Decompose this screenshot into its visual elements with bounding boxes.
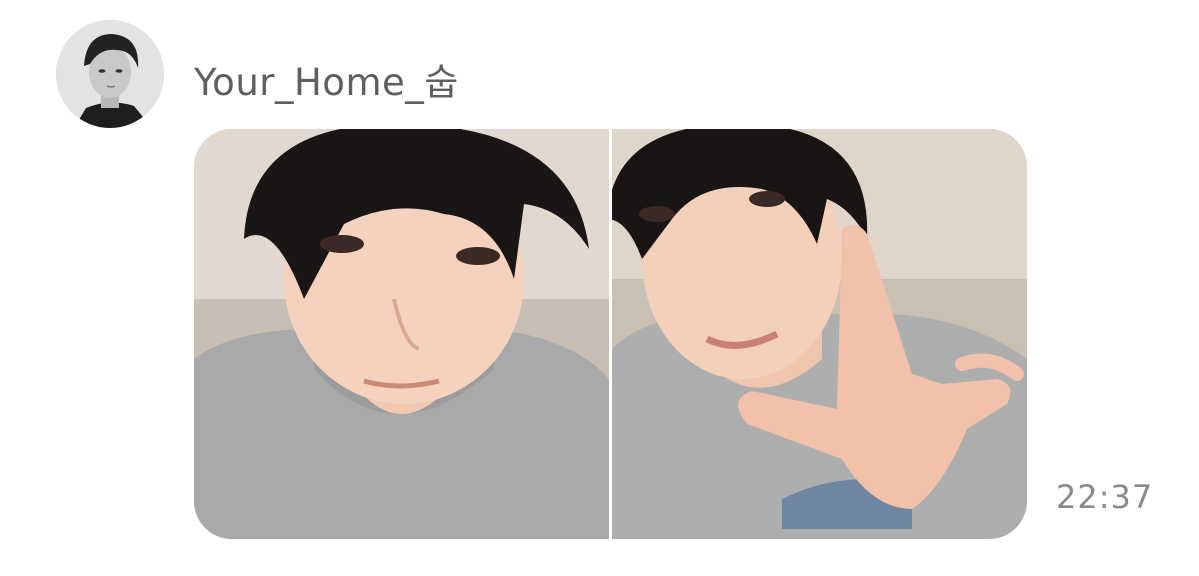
sender-name[interactable]: Your_Home_숩 [194,52,459,106]
message-photo-1[interactable] [194,129,609,539]
photo-message[interactable] [194,129,1027,539]
message-timestamp: 22:37 [1056,478,1154,516]
selfie-photo-icon [194,129,609,539]
sender-avatar[interactable] [56,20,164,128]
message-photo-2[interactable] [612,129,1027,539]
selfie-peace-sign-photo-icon [612,129,1027,539]
avatar-portrait-icon [56,20,164,128]
